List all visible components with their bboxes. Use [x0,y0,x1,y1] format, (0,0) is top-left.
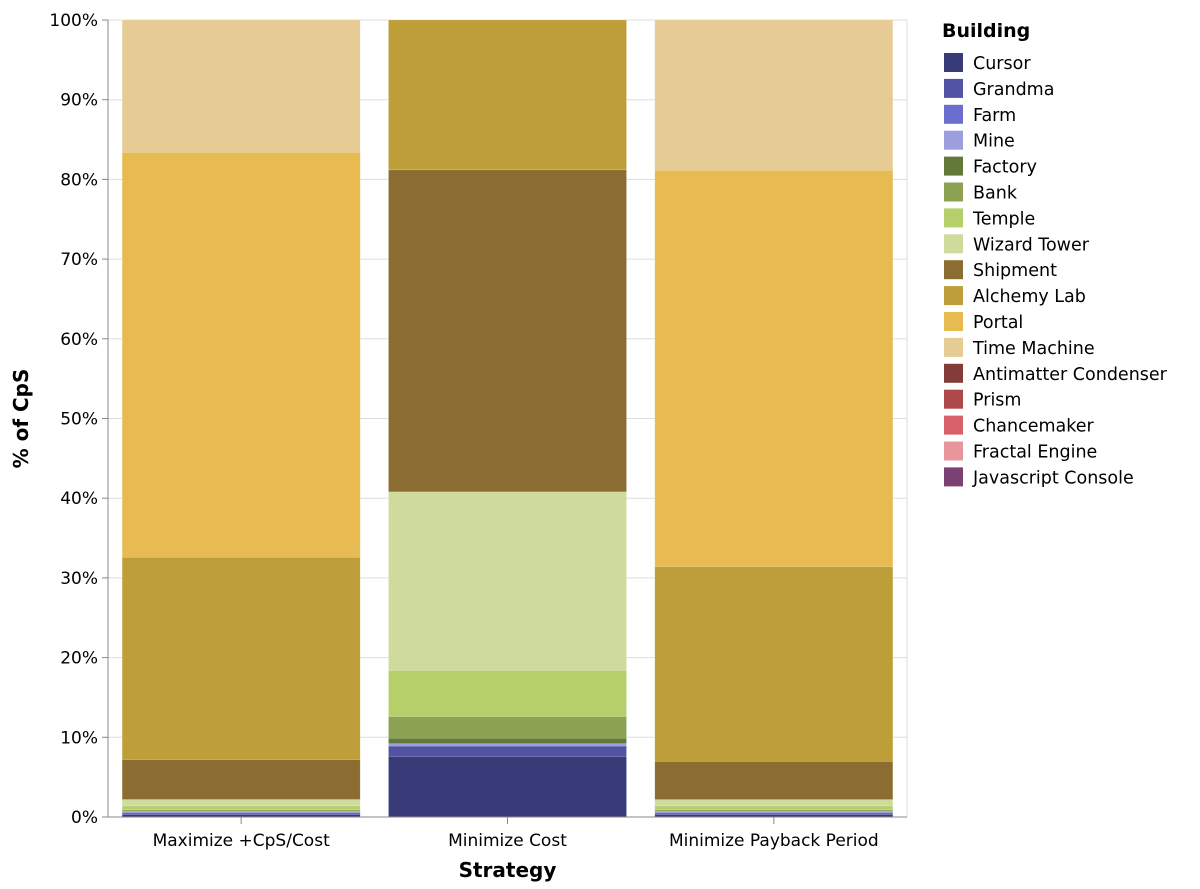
bar-segment-time-machine [654,19,894,171]
legend-item: Farm [944,104,1016,126]
legend-swatch [944,260,963,280]
legend-item: Time Machine [944,337,1095,359]
y-axis-title: % of CpS [9,369,33,469]
x-axis-ticks: Maximize +CpS/Cost Minimize Cost Minimize … [153,817,879,851]
legend-label: Temple [972,209,1035,229]
legend-item: Grandma [944,78,1054,100]
legend-title: Building [942,20,1030,42]
bar-segment-mine [388,743,627,747]
legend-label: Bank [973,184,1018,204]
legend-label: Shipment [973,261,1057,281]
legend-item: Cursor [944,53,1031,74]
legend-label: Prism [973,391,1021,411]
legend: Building Cursor Grandma Farm Mine Factory Ban… [942,20,1168,488]
legend-label: Wizard Tower [973,235,1090,255]
y-axis-ticks: 0% 10% 20% 30% 40% 50% 60% 70% 80% 90% 100% [49,11,108,828]
legend-label: Fractal Engine [973,443,1097,463]
bar-segment-wizard-tower [654,799,894,807]
legend-label: Antimatter Condenser [973,365,1168,385]
bar-segment-wizard-tower [121,799,361,807]
legend-item: Wizard Tower [944,234,1090,255]
bar-segment-alchemy-lab [654,566,894,762]
legend-item: Chancemaker [944,415,1095,437]
legend-item: Factory [944,156,1037,178]
legend-label: Portal [973,313,1023,333]
legend-swatch [944,337,963,357]
y-tick-label: 90% [60,91,98,111]
legend-swatch [944,415,963,435]
legend-item: Alchemy Lab [944,286,1086,307]
bar-segment-temple [654,805,894,811]
y-tick-label: 60% [60,330,98,350]
bar-segment-bank [388,716,627,739]
legend-swatch [944,312,963,331]
y-tick-label: 0% [71,808,98,828]
bar-segment-wizard-tower [388,491,627,671]
legend-label: Alchemy Lab [973,287,1086,307]
bar-segment-alchemy-lab [388,19,627,171]
legend-swatch [944,182,963,202]
y-tick-label: 70% [60,250,98,270]
legend-swatch [944,130,963,150]
bar-segment-portal [654,169,894,567]
bar-segment-factory [388,737,627,744]
legend-item: Antimatter Condenser [944,363,1168,385]
y-tick-label: 10% [60,728,98,748]
y-tick-label: 80% [60,170,98,190]
legend-item: Temple [944,208,1035,229]
legend-swatch [944,208,963,228]
x-tick-label: Minimize Payback Period [669,831,879,851]
legend-swatch [944,286,963,306]
legend-swatch [944,441,963,461]
x-tick-label: Minimize Cost [448,831,567,851]
legend-item: Portal [944,312,1023,333]
legend-label: Time Machine [972,339,1095,359]
legend-label: Mine [973,132,1015,152]
legend-swatch [944,53,963,72]
legend-item: Mine [944,130,1015,152]
legend-item: Javascript Console [944,467,1134,488]
bar-segment-time-machine [121,19,361,153]
stacked-bar-chart: 0% 10% 20% 30% 40% 50% 60% 70% 80% 90% 100% Maximi… [9,11,1168,882]
legend-swatch [944,467,963,487]
bar-segment-alchemy-lab [121,556,361,760]
legend-item: Bank [944,182,1018,204]
x-tick-label: Maximize +CpS/Cost [153,831,330,851]
bar-stack [388,19,627,818]
legend-swatch [944,104,963,124]
bar-segment-portal [121,152,361,558]
legend-label: Factory [973,158,1037,178]
legend-label: Cursor [973,54,1031,74]
bar-segment-shipment [654,761,894,800]
bar-segment-temple [388,670,627,717]
bar-segment-shipment [121,759,361,800]
bar-segment-temple [121,805,361,811]
y-tick-label: 20% [60,649,98,669]
y-tick-label: 40% [60,489,98,509]
legend-swatch [944,234,963,254]
legend-swatch [944,156,963,176]
legend-label: Chancemaker [973,417,1095,437]
x-axis-title: Strategy [459,858,557,882]
legend-swatch [944,78,963,98]
bars [121,19,894,818]
bar-segment-grandma [388,745,627,757]
y-tick-label: 100% [49,11,98,31]
legend-swatch [944,389,963,409]
legend-label: Javascript Console [972,468,1134,488]
legend-swatch [944,363,963,383]
bar-stack [654,19,894,818]
bar-segment-shipment [388,169,627,493]
bar-segment-cursor [388,756,627,818]
bar-stack [121,19,361,818]
legend-label: Grandma [973,80,1054,100]
y-tick-label: 50% [60,410,98,430]
y-tick-label: 30% [60,569,98,589]
legend-item: Shipment [944,260,1057,281]
legend-item: Fractal Engine [944,441,1097,463]
legend-item: Prism [944,389,1021,411]
legend-label: Farm [973,106,1016,126]
